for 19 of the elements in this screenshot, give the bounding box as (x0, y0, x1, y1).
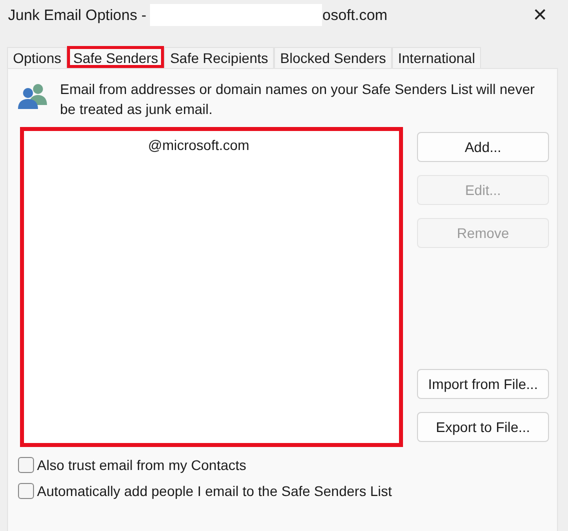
checkbox[interactable] (18, 457, 34, 473)
dialog-button[interactable]: Import from File... (417, 369, 549, 399)
people-icon (18, 83, 48, 109)
list-item[interactable]: @microsoft.com (148, 137, 250, 153)
dialog-button[interactable]: Export to File... (417, 412, 549, 442)
checkbox[interactable] (18, 483, 34, 499)
tab[interactable]: Options (7, 47, 68, 68)
dialog-button[interactable]: Add... (417, 132, 549, 162)
tab[interactable]: Blocked Senders (274, 47, 392, 68)
info-text: Email from addresses or domain names on your Safe Senders List will never be treated as junk email. (60, 80, 536, 119)
window-title: osoft.com (322, 6, 388, 24)
safe-senders-list[interactable]: @microsoft.com (20, 127, 403, 447)
checkbox-label[interactable]: Also trust email from my Contacts (37, 457, 246, 473)
window-title: Junk Email Options - (8, 6, 146, 24)
close-button[interactable]: ✕ (520, 4, 560, 26)
checkbox-label[interactable]: Automatically add people I email to the Safe Senders List (37, 483, 392, 499)
tab[interactable]: International (392, 47, 482, 68)
tab[interactable]: Safe Recipients (164, 47, 274, 68)
tab[interactable]: Safe Senders (67, 46, 164, 68)
